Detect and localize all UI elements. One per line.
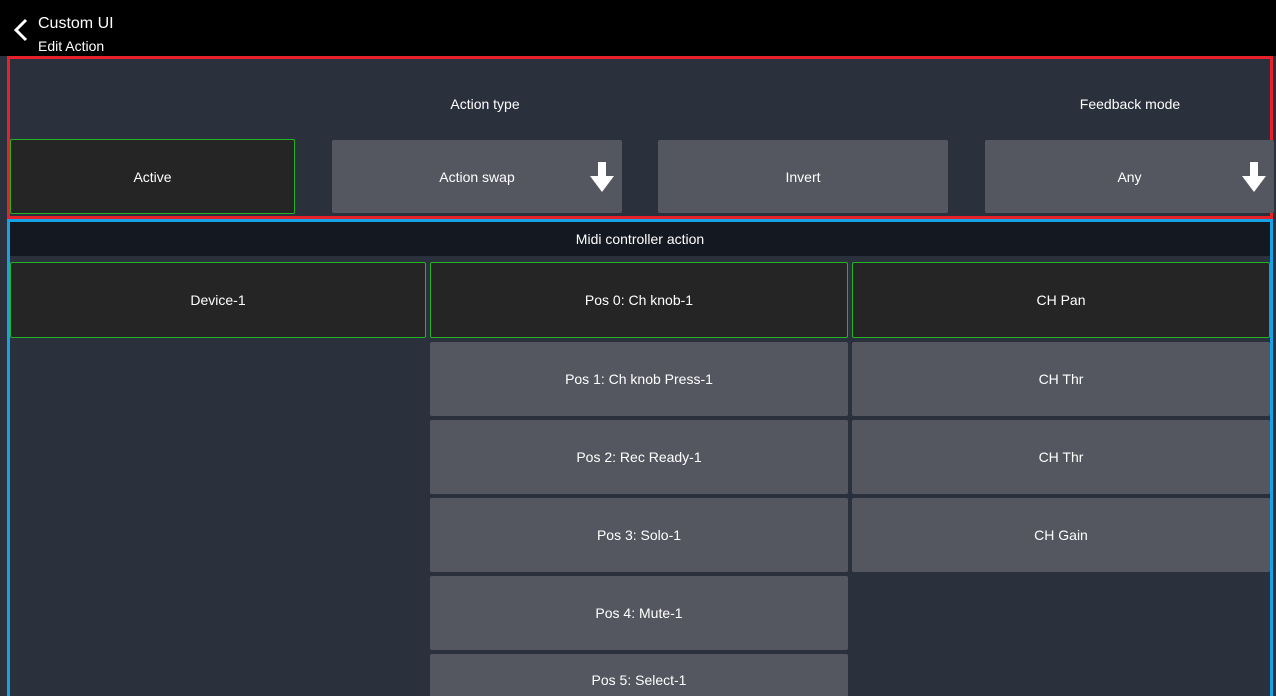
- position-item-label: Pos 5: Select-1: [591, 672, 687, 688]
- custom-ui-screen: Custom UI Edit Action Action type Feedba…: [0, 0, 1276, 696]
- invert-button[interactable]: Invert: [658, 140, 948, 213]
- position-item-label: Pos 4: Mute-1: [595, 605, 683, 621]
- midi-section-title: Midi controller action: [10, 222, 1270, 256]
- position-item[interactable]: Pos 3: Solo-1: [430, 498, 848, 572]
- function-item-label: CH Pan: [1036, 292, 1086, 308]
- position-item-label: Pos 2: Rec Ready-1: [576, 449, 702, 465]
- feedback-mode-label: Feedback mode: [1079, 96, 1181, 112]
- action-type-panel: Action type Feedback mode Active Action …: [7, 56, 1274, 219]
- position-item-label: Pos 0: Ch knob-1: [584, 292, 694, 308]
- feedback-mode-value: Any: [1117, 168, 1142, 185]
- action-type-dropdown[interactable]: Action swap: [332, 140, 622, 213]
- title-bar: Custom UI Edit Action: [0, 0, 1276, 56]
- arrow-down-icon: [590, 162, 614, 192]
- invert-label: Invert: [785, 168, 821, 185]
- action-type-value: Action swap: [439, 168, 515, 185]
- feedback-mode-dropdown[interactable]: Any: [985, 140, 1274, 213]
- active-toggle-button[interactable]: Active: [10, 139, 295, 214]
- function-item[interactable]: CH Pan: [852, 262, 1270, 338]
- device-item[interactable]: Device-1: [10, 262, 426, 338]
- function-item[interactable]: CH Thr: [852, 342, 1270, 416]
- position-item-label: Pos 1: Ch knob Press-1: [565, 371, 713, 387]
- page-subtitle: Edit Action: [38, 38, 105, 54]
- device-item-label: Device-1: [190, 292, 246, 308]
- position-item[interactable]: Pos 5: Select-1: [430, 654, 848, 696]
- chevron-left-icon: [13, 18, 28, 42]
- function-item[interactable]: CH Gain: [852, 498, 1270, 572]
- active-toggle-label: Active: [133, 168, 172, 185]
- position-item[interactable]: Pos 2: Rec Ready-1: [430, 420, 848, 494]
- function-item-label: CH Thr: [1038, 371, 1084, 387]
- action-type-label: Action type: [450, 96, 520, 112]
- function-item-label: CH Thr: [1038, 449, 1084, 465]
- arrow-down-icon: [1242, 162, 1266, 192]
- position-item[interactable]: Pos 0: Ch knob-1: [430, 262, 848, 338]
- position-item[interactable]: Pos 4: Mute-1: [430, 576, 848, 650]
- function-item-label: CH Gain: [1034, 527, 1088, 543]
- position-item-label: Pos 3: Solo-1: [596, 527, 682, 543]
- page-title: Custom UI: [38, 15, 114, 32]
- midi-controller-panel: Midi controller action Device-1 Pos 0: C…: [7, 219, 1273, 696]
- function-item[interactable]: CH Thr: [852, 420, 1270, 494]
- position-item[interactable]: Pos 1: Ch knob Press-1: [430, 342, 848, 416]
- back-button[interactable]: [6, 10, 36, 50]
